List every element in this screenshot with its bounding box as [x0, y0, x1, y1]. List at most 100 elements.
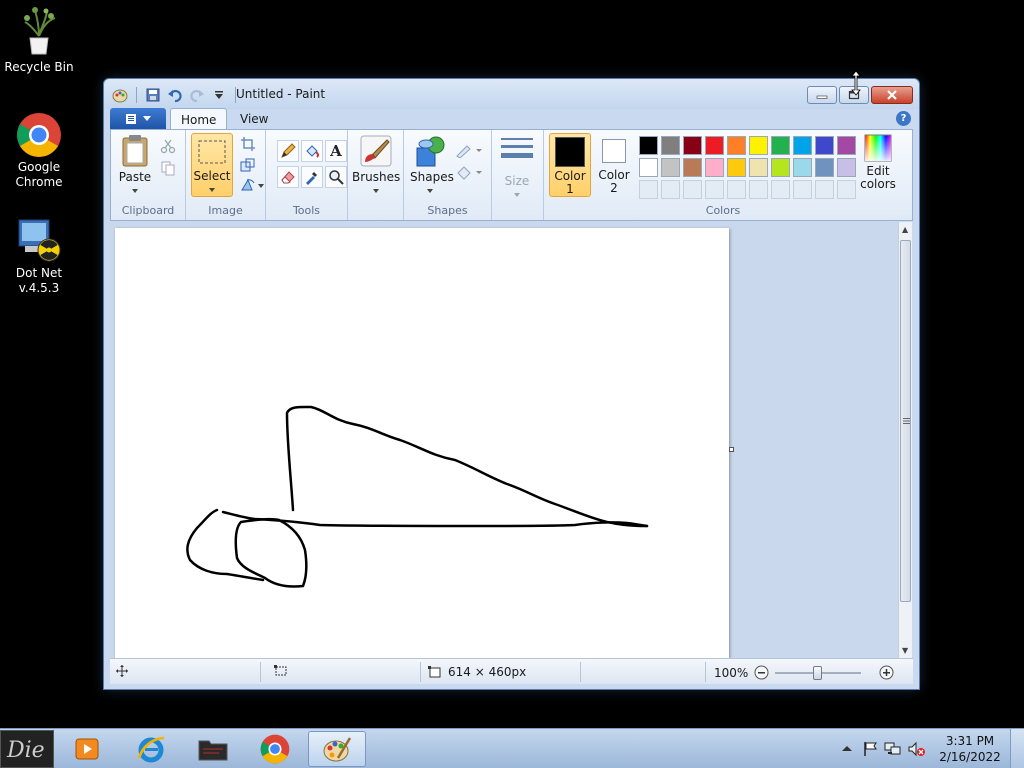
fill-tool-icon[interactable]	[301, 140, 323, 162]
taskbar-internet-explorer[interactable]	[122, 731, 180, 767]
magnifier-tool-icon[interactable]	[325, 166, 347, 188]
zoom-in-icon[interactable]	[879, 665, 894, 680]
paint-app-icon[interactable]	[112, 87, 128, 103]
taskbar-paint[interactable]	[308, 731, 366, 767]
show-hidden-icons-icon[interactable]	[840, 742, 854, 756]
action-center-flag-icon[interactable]	[862, 741, 878, 757]
edit-colors-label: Edit colors	[860, 164, 896, 191]
shapes-button[interactable]: Shapes	[410, 134, 454, 198]
image-size-text: 614 × 460px	[448, 665, 527, 679]
start-button[interactable]: Die	[0, 730, 54, 768]
image-size-icon	[428, 666, 441, 678]
title-bar[interactable]: Untitled - Paint	[104, 79, 919, 109]
palette-swatch-empty[interactable]	[705, 180, 724, 199]
palette-swatch[interactable]	[815, 136, 834, 155]
network-icon[interactable]	[884, 741, 902, 757]
desktop-icon-recycle-bin[interactable]: Recycle Bin	[4, 6, 74, 75]
palette-swatch[interactable]	[793, 158, 812, 177]
palette-swatch-empty[interactable]	[837, 180, 856, 199]
clock[interactable]: 3:31 PM 2/16/2022	[930, 733, 1010, 765]
palette-swatch-empty[interactable]	[727, 180, 746, 199]
rotate-icon[interactable]	[238, 175, 266, 195]
crop-icon[interactable]	[238, 134, 258, 154]
ribbon-tabs: Home View ?	[110, 108, 913, 130]
palette-swatch[interactable]	[771, 136, 790, 155]
scroll-up-icon[interactable]: ▲	[902, 225, 908, 234]
palette-swatch[interactable]	[727, 136, 746, 155]
show-desktop-button[interactable]	[1010, 729, 1024, 768]
size-button[interactable]: Size	[497, 136, 537, 198]
palette-swatch[interactable]	[749, 158, 768, 177]
color-1-button[interactable]: Color 1	[549, 133, 591, 197]
zoom-slider[interactable]	[775, 665, 862, 680]
select-button[interactable]: Select	[191, 133, 233, 197]
redo-icon[interactable]	[189, 87, 205, 103]
palette-swatch-empty[interactable]	[771, 180, 790, 199]
file-menu-button[interactable]	[110, 108, 166, 129]
palette-swatch[interactable]	[837, 158, 856, 177]
palette-swatch-empty[interactable]	[793, 180, 812, 199]
palette-swatch[interactable]	[749, 136, 768, 155]
paste-button[interactable]: Paste	[117, 134, 153, 193]
palette-swatch[interactable]	[661, 136, 680, 155]
palette-swatch[interactable]	[815, 158, 834, 177]
group-brushes: Brushes	[348, 130, 404, 220]
desktop-icon-google-chrome[interactable]: Google Chrome	[4, 112, 74, 190]
palette-swatch[interactable]	[683, 158, 702, 177]
color-1-label: Color 1	[554, 169, 586, 196]
scroll-down-icon[interactable]: ▼	[902, 646, 908, 655]
save-icon[interactable]	[145, 87, 161, 103]
palette-swatch[interactable]	[661, 158, 680, 177]
customize-toolbar-icon[interactable]	[211, 87, 227, 103]
palette-swatch[interactable]	[837, 136, 856, 155]
taskbar-google-chrome[interactable]	[246, 731, 304, 767]
drawing-canvas[interactable]	[115, 228, 729, 658]
palette-swatch-empty[interactable]	[661, 180, 680, 199]
desktop-icon-label: Google Chrome	[15, 160, 63, 189]
palette-swatch[interactable]	[639, 136, 658, 155]
close-button[interactable]	[871, 86, 913, 104]
fill-icon[interactable]	[454, 162, 484, 182]
palette-swatch[interactable]	[683, 136, 702, 155]
vertical-scrollbar[interactable]: ▲ ▼	[898, 222, 912, 658]
palette-swatch-empty[interactable]	[683, 180, 702, 199]
resize-icon[interactable]	[238, 155, 258, 175]
group-colors: Color 1 Color 2 Edit colors Colors	[544, 130, 902, 220]
outline-icon[interactable]	[454, 140, 484, 160]
scrollbar-thumb[interactable]	[900, 240, 911, 602]
copy-icon[interactable]	[158, 158, 178, 178]
palette-swatch-empty[interactable]	[815, 180, 834, 199]
paint-icon	[323, 737, 352, 762]
edit-colors-button[interactable]: Edit colors	[856, 134, 900, 198]
eraser-tool-icon[interactable]	[277, 166, 299, 188]
taskbar-file-explorer[interactable]	[184, 731, 242, 767]
pencil-tool-icon[interactable]	[277, 140, 299, 162]
zoom-out-icon[interactable]	[754, 665, 769, 680]
tab-home[interactable]: Home	[170, 108, 228, 130]
canvas-resize-handle[interactable]	[729, 447, 734, 452]
minimize-button[interactable]	[807, 86, 837, 104]
tab-view[interactable]: View	[230, 108, 278, 130]
brushes-button[interactable]: Brushes	[352, 134, 400, 198]
cut-icon[interactable]	[158, 136, 178, 156]
palette-swatch[interactable]	[639, 158, 658, 177]
taskbar-media-player[interactable]	[58, 731, 116, 767]
text-tool-icon[interactable]: A	[325, 140, 347, 162]
palette-swatch-empty[interactable]	[639, 180, 658, 199]
palette-swatch[interactable]	[727, 158, 746, 177]
select-icon	[198, 140, 226, 164]
volume-muted-icon[interactable]	[908, 741, 926, 757]
color-picker-tool-icon[interactable]	[301, 166, 323, 188]
desktop-icon-dot-net[interactable]: Dot Net v.4.5.3	[4, 216, 74, 296]
palette-swatch[interactable]	[793, 136, 812, 155]
help-button[interactable]: ?	[896, 111, 911, 126]
palette-swatch[interactable]	[771, 158, 790, 177]
resize-cursor-icon	[851, 70, 861, 96]
palette-swatch-empty[interactable]	[749, 180, 768, 199]
undo-icon[interactable]	[167, 87, 183, 103]
palette-swatch[interactable]	[705, 158, 724, 177]
palette-swatch[interactable]	[705, 136, 724, 155]
minimize-icon	[816, 95, 828, 99]
color-2-button[interactable]: Color 2	[594, 133, 634, 197]
zoom-slider-thumb[interactable]	[813, 665, 823, 680]
